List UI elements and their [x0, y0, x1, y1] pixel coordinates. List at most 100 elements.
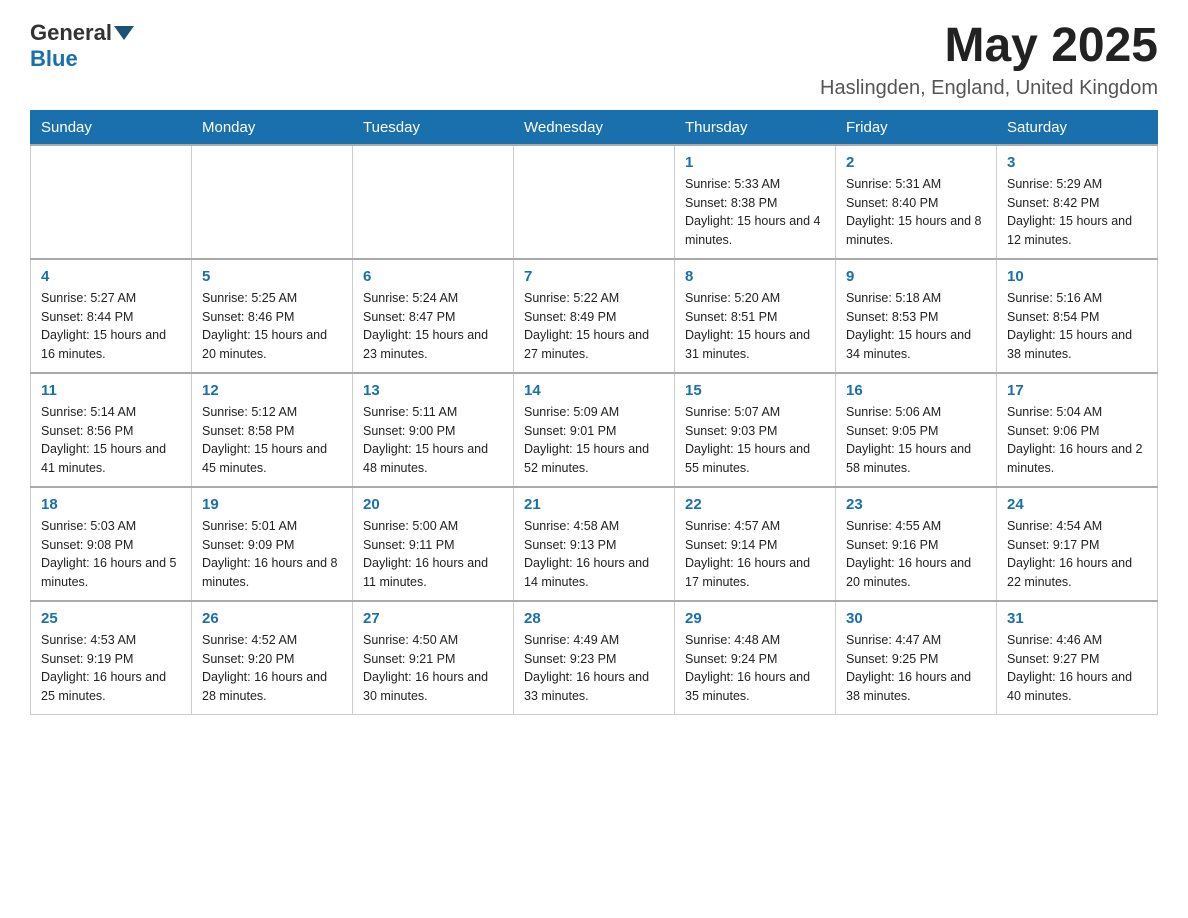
day-number: 30	[846, 610, 986, 627]
day-info: Sunrise: 5:03 AM Sunset: 9:08 PM Dayligh…	[41, 517, 181, 592]
day-number: 8	[685, 268, 825, 285]
calendar-cell-w3-d0: 11 Sunrise: 5:14 AM Sunset: 8:56 PM Dayli…	[31, 373, 192, 487]
day-number: 15	[685, 382, 825, 399]
calendar-cell-w3-d5: 16 Sunrise: 5:06 AM Sunset: 9:05 PM Dayli…	[836, 373, 997, 487]
day-info: Sunrise: 4:47 AM Sunset: 9:25 PM Dayligh…	[846, 631, 986, 706]
calendar-cell-w1-d2	[353, 145, 514, 259]
calendar-cell-w1-d1	[192, 145, 353, 259]
location-title: Haslingden, England, United Kingdom	[820, 77, 1158, 100]
day-info: Sunrise: 5:06 AM Sunset: 9:05 PM Dayligh…	[846, 403, 986, 478]
calendar-cell-w2-d2: 6Sunrise: 5:24 AM Sunset: 8:47 PM Daylig…	[353, 259, 514, 373]
days-header-row: Sunday Monday Tuesday Wednesday Thursday…	[31, 110, 1158, 145]
day-info: Sunrise: 5:11 AM Sunset: 9:00 PM Dayligh…	[363, 403, 503, 478]
day-number: 13	[363, 382, 503, 399]
calendar-cell-w2-d1: 5 Sunrise: 5:25 AM Sunset: 8:46 PM Daylig…	[192, 259, 353, 373]
day-info: Sunrise: 4:58 AM Sunset: 9:13 PM Dayligh…	[524, 517, 664, 592]
day-info: Sunrise: 4:52 AM Sunset: 9:20 PM Dayligh…	[202, 631, 342, 706]
calendar-cell-w4-d4: 22 Sunrise: 4:57 AM Sunset: 9:14 PM Dayli…	[675, 487, 836, 601]
header-friday: Friday	[836, 110, 997, 145]
calendar-cell-w5-d6: 31Sunrise: 4:46 AM Sunset: 9:27 PM Dayli…	[997, 601, 1158, 715]
calendar-cell-w4-d3: 21 Sunrise: 4:58 AM Sunset: 9:13 PM Dayli…	[514, 487, 675, 601]
day-number: 1	[685, 154, 825, 171]
day-number: 19	[202, 496, 342, 513]
day-info: Sunrise: 4:53 AM Sunset: 9:19 PM Dayligh…	[41, 631, 181, 706]
calendar-cell-w3-d4: 15 Sunrise: 5:07 AM Sunset: 9:03 PM Dayli…	[675, 373, 836, 487]
day-info: Sunrise: 5:04 AM Sunset: 9:06 PM Dayligh…	[1007, 403, 1147, 478]
day-info: Sunrise: 5:12 AM Sunset: 8:58 PM Dayligh…	[202, 403, 342, 478]
day-info: Sunrise: 4:55 AM Sunset: 9:16 PM Dayligh…	[846, 517, 986, 592]
calendar-cell-w4-d1: 19 Sunrise: 5:01 AM Sunset: 9:09 PM Dayli…	[192, 487, 353, 601]
day-number: 25	[41, 610, 181, 627]
day-number: 21	[524, 496, 664, 513]
day-info: Sunrise: 5:22 AM Sunset: 8:49 PM Dayligh…	[524, 289, 664, 364]
day-number: 22	[685, 496, 825, 513]
header-thursday: Thursday	[675, 110, 836, 145]
day-number: 27	[363, 610, 503, 627]
day-number: 7	[524, 268, 664, 285]
calendar-cell-w5-d4: 29 Sunrise: 4:48 AM Sunset: 9:24 PM Dayli…	[675, 601, 836, 715]
page-header: General Blue May 2025 Haslingden, Englan…	[30, 20, 1158, 100]
day-info: Sunrise: 5:31 AM Sunset: 8:40 PM Dayligh…	[846, 175, 986, 250]
logo-arrow-icon	[114, 26, 134, 40]
calendar-cell-w2-d0: 4 Sunrise: 5:27 AM Sunset: 8:44 PM Daylig…	[31, 259, 192, 373]
calendar-cell-w1-d3	[514, 145, 675, 259]
day-info: Sunrise: 5:14 AM Sunset: 8:56 PM Dayligh…	[41, 403, 181, 478]
header-wednesday: Wednesday	[514, 110, 675, 145]
day-number: 12	[202, 382, 342, 399]
day-info: Sunrise: 4:49 AM Sunset: 9:23 PM Dayligh…	[524, 631, 664, 706]
calendar-cell-w5-d3: 28Sunrise: 4:49 AM Sunset: 9:23 PM Dayli…	[514, 601, 675, 715]
day-number: 14	[524, 382, 664, 399]
calendar-cell-w2-d4: 8Sunrise: 5:20 AM Sunset: 8:51 PM Daylig…	[675, 259, 836, 373]
day-info: Sunrise: 5:16 AM Sunset: 8:54 PM Dayligh…	[1007, 289, 1147, 364]
calendar-cell-w5-d5: 30 Sunrise: 4:47 AM Sunset: 9:25 PM Dayli…	[836, 601, 997, 715]
day-number: 17	[1007, 382, 1147, 399]
calendar-cell-w4-d2: 20Sunrise: 5:00 AM Sunset: 9:11 PM Dayli…	[353, 487, 514, 601]
day-number: 11	[41, 382, 181, 399]
day-info: Sunrise: 5:27 AM Sunset: 8:44 PM Dayligh…	[41, 289, 181, 364]
day-info: Sunrise: 5:09 AM Sunset: 9:01 PM Dayligh…	[524, 403, 664, 478]
day-number: 10	[1007, 268, 1147, 285]
logo-general-text: General	[30, 20, 112, 46]
header-monday: Monday	[192, 110, 353, 145]
calendar-cell-w1-d5: 2Sunrise: 5:31 AM Sunset: 8:40 PM Daylig…	[836, 145, 997, 259]
day-number: 18	[41, 496, 181, 513]
day-info: Sunrise: 4:57 AM Sunset: 9:14 PM Dayligh…	[685, 517, 825, 592]
logo: General Blue	[30, 20, 136, 72]
header-tuesday: Tuesday	[353, 110, 514, 145]
title-section: May 2025 Haslingden, England, United Kin…	[820, 20, 1158, 100]
calendar-cell-w1-d6: 3Sunrise: 5:29 AM Sunset: 8:42 PM Daylig…	[997, 145, 1158, 259]
day-number: 3	[1007, 154, 1147, 171]
calendar-cell-w3-d1: 12 Sunrise: 5:12 AM Sunset: 8:58 PM Dayli…	[192, 373, 353, 487]
day-number: 23	[846, 496, 986, 513]
day-info: Sunrise: 4:48 AM Sunset: 9:24 PM Dayligh…	[685, 631, 825, 706]
calendar-cell-w4-d6: 24 Sunrise: 4:54 AM Sunset: 9:17 PM Dayli…	[997, 487, 1158, 601]
calendar-cell-w2-d5: 9 Sunrise: 5:18 AM Sunset: 8:53 PM Daylig…	[836, 259, 997, 373]
day-number: 29	[685, 610, 825, 627]
day-info: Sunrise: 5:33 AM Sunset: 8:38 PM Dayligh…	[685, 175, 825, 250]
calendar-cell-w4-d5: 23 Sunrise: 4:55 AM Sunset: 9:16 PM Dayli…	[836, 487, 997, 601]
day-number: 9	[846, 268, 986, 285]
day-info: Sunrise: 5:25 AM Sunset: 8:46 PM Dayligh…	[202, 289, 342, 364]
day-info: Sunrise: 5:01 AM Sunset: 9:09 PM Dayligh…	[202, 517, 342, 592]
day-number: 24	[1007, 496, 1147, 513]
day-number: 16	[846, 382, 986, 399]
day-number: 20	[363, 496, 503, 513]
calendar-cell-w3-d6: 17 Sunrise: 5:04 AM Sunset: 9:06 PM Dayli…	[997, 373, 1158, 487]
week-row-2: 4 Sunrise: 5:27 AM Sunset: 8:44 PM Daylig…	[31, 259, 1158, 373]
week-row-3: 11 Sunrise: 5:14 AM Sunset: 8:56 PM Dayli…	[31, 373, 1158, 487]
logo-blue-text: Blue	[30, 46, 78, 72]
day-info: Sunrise: 5:07 AM Sunset: 9:03 PM Dayligh…	[685, 403, 825, 478]
day-info: Sunrise: 5:18 AM Sunset: 8:53 PM Dayligh…	[846, 289, 986, 364]
calendar-cell-w1-d4: 1 Sunrise: 5:33 AM Sunset: 8:38 PM Daylig…	[675, 145, 836, 259]
day-number: 4	[41, 268, 181, 285]
day-number: 5	[202, 268, 342, 285]
day-number: 6	[363, 268, 503, 285]
week-row-1: 1 Sunrise: 5:33 AM Sunset: 8:38 PM Daylig…	[31, 145, 1158, 259]
calendar-cell-w5-d1: 26 Sunrise: 4:52 AM Sunset: 9:20 PM Dayli…	[192, 601, 353, 715]
header-saturday: Saturday	[997, 110, 1158, 145]
day-number: 26	[202, 610, 342, 627]
day-info: Sunrise: 4:54 AM Sunset: 9:17 PM Dayligh…	[1007, 517, 1147, 592]
calendar-cell-w2-d3: 7 Sunrise: 5:22 AM Sunset: 8:49 PM Daylig…	[514, 259, 675, 373]
calendar-cell-w1-d0	[31, 145, 192, 259]
calendar-cell-w5-d0: 25 Sunrise: 4:53 AM Sunset: 9:19 PM Dayli…	[31, 601, 192, 715]
